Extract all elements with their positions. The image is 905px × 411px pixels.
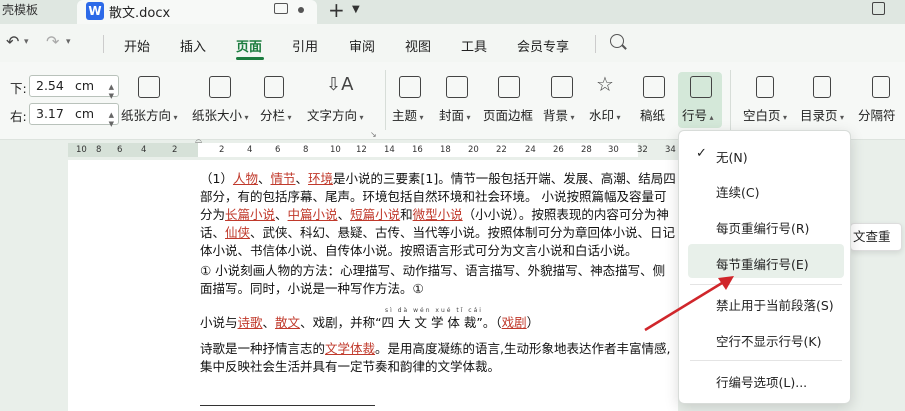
- annotation-arrow: [644, 276, 734, 332]
- arrow-shaft: [644, 281, 723, 332]
